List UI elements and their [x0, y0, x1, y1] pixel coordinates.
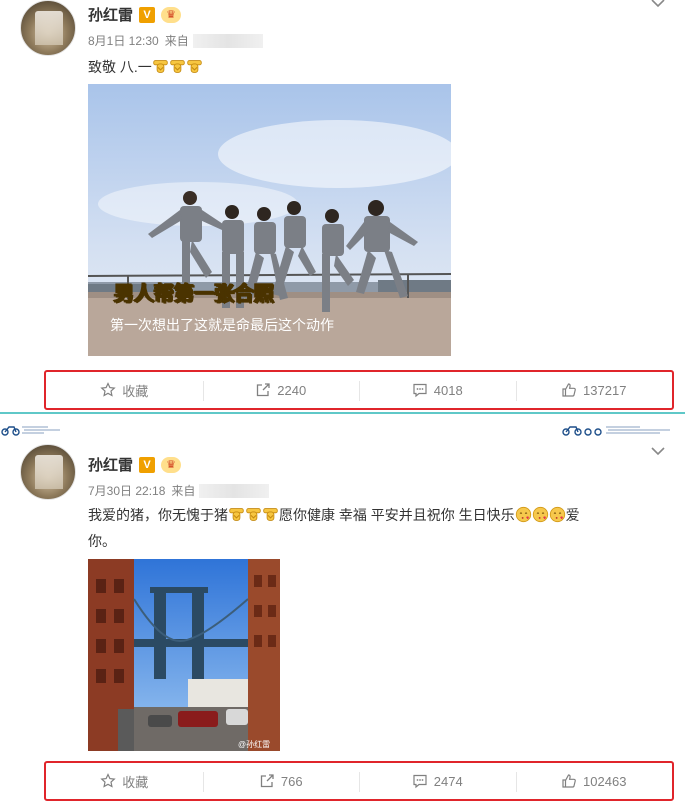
salute-emoji [169, 58, 186, 75]
post-text-part4: 你。 [88, 533, 116, 549]
star-icon [100, 773, 116, 788]
post-meta: 7月30日 22:18 来自 [88, 482, 270, 499]
author-row: 孙红雷 V ♛ [88, 454, 182, 475]
post-text-body: 致敬 八.一 [88, 59, 152, 75]
post-divider [0, 412, 685, 436]
blurred-source [192, 33, 263, 48]
post-time[interactable]: 8月1日 12:30 [88, 32, 159, 49]
salute-emoji [262, 506, 279, 523]
star-icon [100, 382, 116, 397]
comment-icon [413, 383, 427, 398]
post-photo[interactable]: 男人帮第一张合照 第一次想出了这就是命最后这个动作 [88, 84, 451, 356]
source-prefix: 来自 [164, 34, 189, 48]
salute-emoji [245, 506, 262, 523]
weibo-post-2: 孙红雷 V ♛ 7月30日 22:18 来自 我爱的猪，你无愧于猪 愿你健康 幸福… [0, 436, 685, 805]
repost-count: 766 [280, 773, 303, 789]
comment-icon [413, 774, 427, 789]
salute-emoji [186, 58, 203, 75]
favorite-button[interactable]: 收藏 [46, 372, 203, 408]
post-text: 致敬 八.一 [88, 54, 203, 80]
username[interactable]: 孙红雷 [88, 4, 133, 25]
like-button[interactable]: 137217 [515, 372, 673, 408]
kiss-emoji [532, 506, 549, 523]
avatar[interactable] [20, 0, 76, 56]
blurred-source [199, 483, 270, 498]
username[interactable]: 孙红雷 [88, 454, 133, 475]
vip-badge-icon: ♛ [161, 6, 182, 23]
salute-emoji [152, 58, 169, 75]
like-count: 102463 [583, 773, 627, 789]
favorite-label: 收藏 [122, 383, 149, 399]
action-bar: 收藏 2240 4018 137217 [44, 370, 674, 410]
repost-count: 2240 [277, 382, 307, 398]
photo-caption-main: 男人帮第一张合照 [114, 281, 274, 305]
source-prefix: 来自 [171, 484, 196, 498]
comment-button[interactable]: 2474 [359, 763, 516, 799]
post-text: 我爱的猪，你无愧于猪 愿你健康 幸福 平安并且祝你 生日快乐 爱 你。 [88, 502, 673, 554]
thumbs-up-icon [562, 774, 576, 788]
verified-badge: V [139, 6, 156, 23]
verified-badge: V [139, 456, 156, 473]
vip-badge-icon: ♛ [161, 456, 182, 473]
action-bar: 收藏 766 2474 102463 [44, 761, 674, 801]
post-time[interactable]: 7月30日 22:18 [88, 482, 165, 499]
thumbs-up-icon [562, 383, 576, 397]
share-icon [257, 383, 270, 397]
favorite-label: 收藏 [122, 774, 149, 790]
like-count: 137217 [583, 382, 627, 398]
repost-button[interactable]: 2240 [202, 372, 360, 408]
author-row: 孙红雷 V ♛ [88, 4, 182, 25]
like-button[interactable]: 102463 [515, 763, 673, 799]
photo-caption-sub: 第一次想出了这就是命最后这个动作 [110, 317, 334, 333]
share-icon [260, 774, 274, 788]
post-text-part3: 爱 [565, 507, 580, 523]
favorite-button[interactable]: 收藏 [46, 763, 203, 799]
salute-emoji [228, 506, 245, 523]
motorcycle-deco-icon [1, 426, 60, 436]
comment-count: 4018 [433, 382, 463, 398]
avatar[interactable] [20, 444, 76, 500]
divider-line [0, 412, 685, 414]
kiss-emoji [549, 506, 566, 523]
photo-watermark: @孙红雷 [238, 739, 270, 749]
weibo-post-1: 孙红雷 V ♛ 8月1日 12:30 来自 致敬 八.一 男人帮第一张合照 第一… [0, 0, 685, 412]
kiss-emoji [515, 506, 532, 523]
comment-count: 2474 [433, 773, 463, 789]
comment-button[interactable]: 4018 [359, 372, 516, 408]
post-text-part2: 愿你健康 幸福 平安并且祝你 生日快乐 [279, 507, 515, 523]
repost-button[interactable]: 766 [202, 763, 360, 799]
post-text-part1: 我爱的猪，你无愧于猪 [88, 507, 228, 523]
post-photo[interactable]: @孙红雷 [88, 559, 280, 751]
post-meta: 8月1日 12:30 来自 [88, 32, 263, 49]
chevron-down-icon[interactable] [651, 446, 665, 456]
motorcycle-deco-icon [562, 426, 670, 436]
chevron-down-icon[interactable] [651, 0, 665, 8]
